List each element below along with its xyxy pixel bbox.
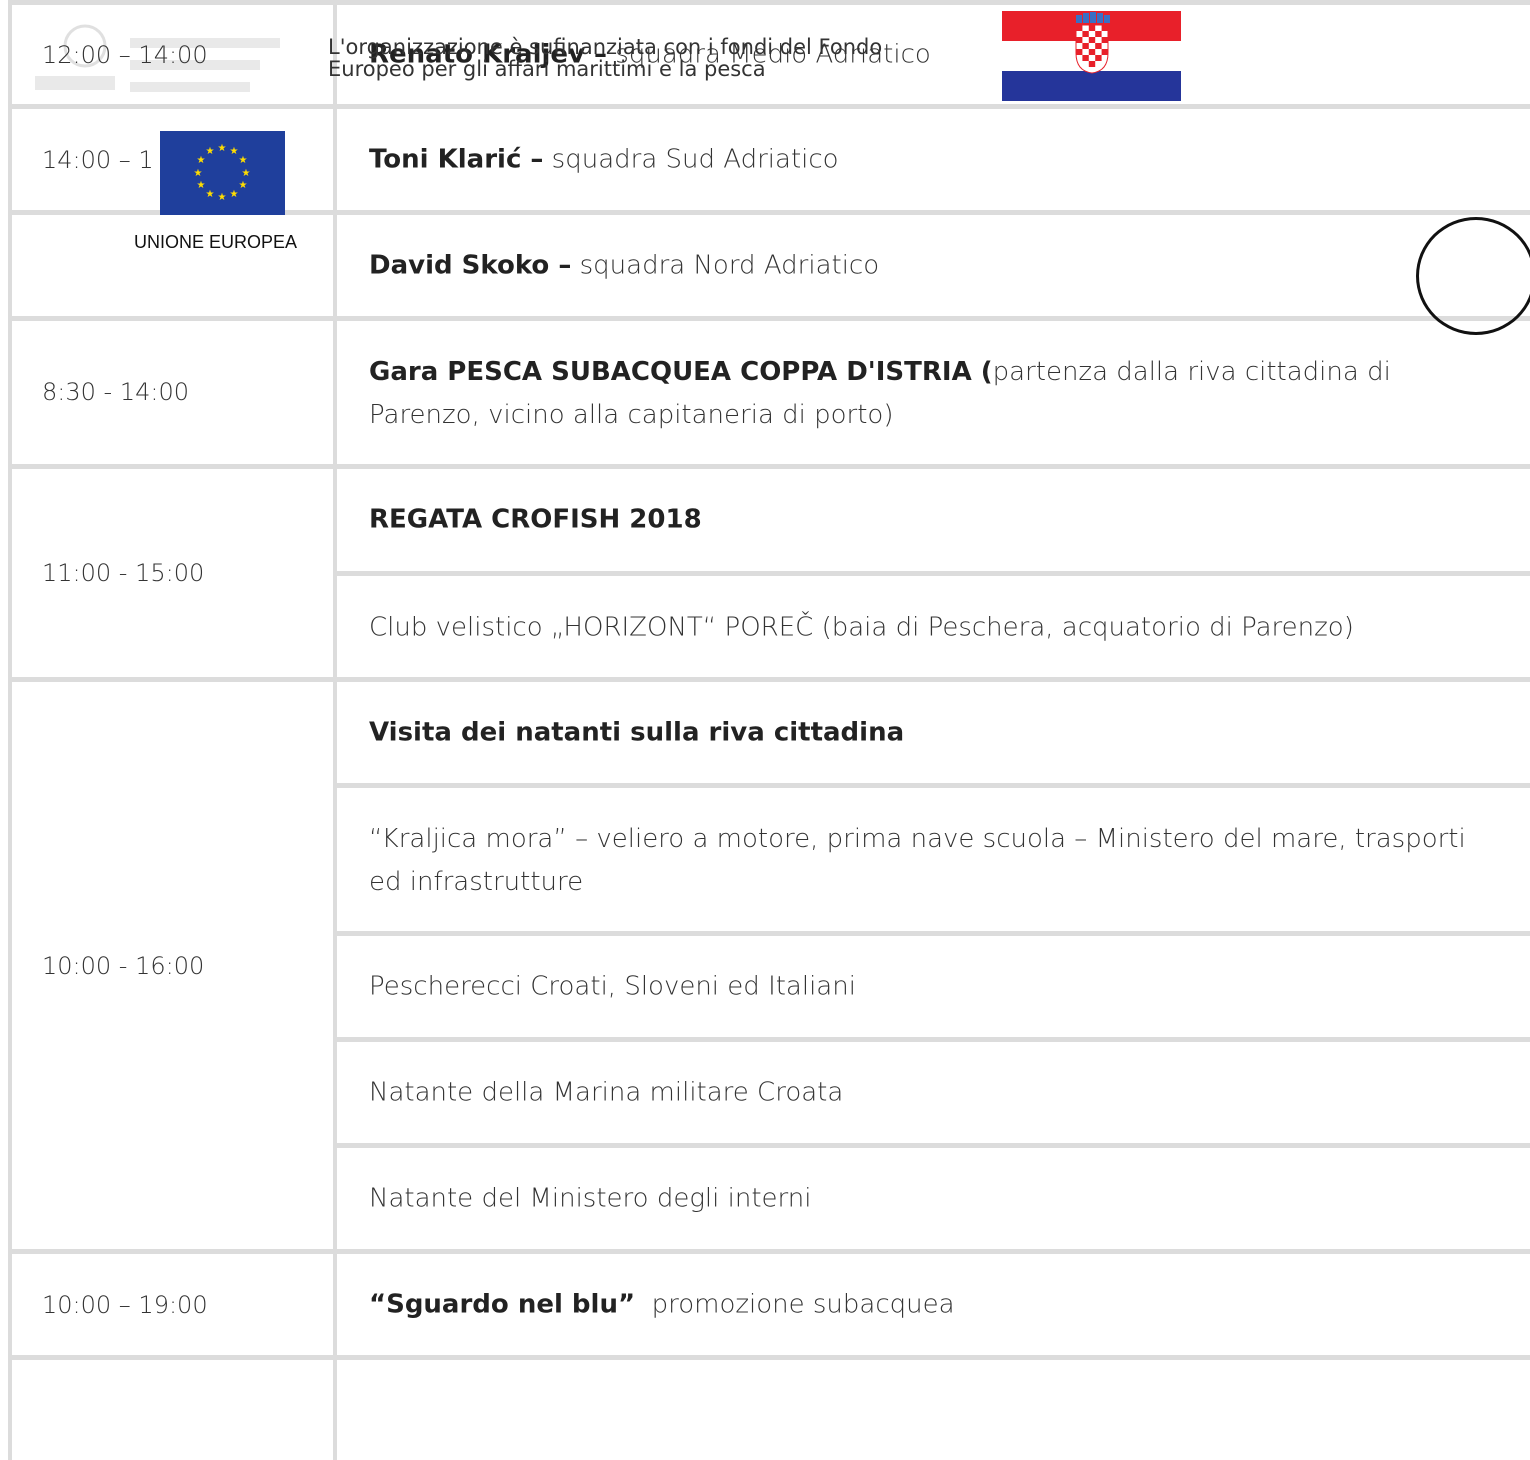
grid-line [8,1249,1530,1254]
event-title: “Sguardo nel blu” [369,1289,636,1320]
svg-text:★: ★ [197,155,206,166]
event-title: David Skoko – [369,250,572,281]
event-detail: promozione subacquea [635,1289,955,1320]
grid-line [8,316,1530,321]
event-cell: “Kraljica mora” – veliero a motore, prim… [369,818,1470,904]
event-cell: “Sguardo nel blu” promozione subacquea [369,1284,1470,1327]
svg-text:★: ★ [242,168,251,179]
time-label: 14:00 – 1 [42,146,154,174]
grid-line [336,783,1530,788]
grid-line [8,1355,1530,1360]
svg-text:★: ★ [206,146,215,157]
svg-text:★: ★ [239,155,248,166]
event-title: Toni Klarić – [369,144,544,175]
event-cell: Pescherecci Croati, Sloveni ed Italiani [369,966,1470,1009]
time-label: 10:00 – 19:00 [42,1291,208,1319]
event-detail: squadra Nord Adriatico [571,250,880,281]
circle-icon [1416,217,1530,335]
time-label: 12:00 – 14:00 [42,41,208,69]
event-cell: Gara PESCA SUBACQUEA COPPA D'ISTRIA (par… [369,351,1470,437]
grid-line [8,0,1530,5]
time-label: 11:00 - 15:00 [42,559,205,587]
event-cell: REGATA CROFISH 2018 [369,499,1470,542]
event-detail: squadra Sud Adriatico [543,144,839,175]
event-title: REGATA CROFISH 2018 [369,504,702,535]
svg-text:★: ★ [239,180,248,191]
eu-flag-icon: ★ ★★★ ★★★★ ★★★★ [160,131,285,215]
grid-line [336,571,1530,576]
event-cell: Toni Klarić – squadra Sud Adriatico [369,139,1470,182]
svg-text:★: ★ [197,180,206,191]
event-detail: Natante della Marina militare Croata [369,1077,844,1108]
event-cell: Natante del Ministero degli interni [369,1178,1470,1221]
event-cell: Natante della Marina militare Croata [369,1072,1470,1115]
svg-text:★: ★ [230,189,239,200]
funding-note: L'organizzazione è sufinanziata con i fo… [328,35,883,81]
eu-label: UNIONE EUROPEA [134,232,298,252]
event-cell: David Skoko – squadra Nord Adriatico [369,245,1470,288]
event-title: Gara PESCA SUBACQUEA COPPA D'ISTRIA ( [369,357,993,387]
event-detail: Natante del Ministero degli interni [369,1183,812,1214]
grid-line [336,1143,1530,1148]
event-detail: Pescherecci Croati, Sloveni ed Italiani [369,971,856,1002]
grid-line [333,0,337,1460]
time-label: 8:30 - 14:00 [42,378,189,406]
svg-text:★: ★ [218,192,227,203]
time-label: 10:00 - 16:00 [42,952,205,980]
grid-line [8,0,12,1460]
grid-line [8,677,1530,682]
event-cell: Visita dei natanti sulla riva cittadina [369,712,1470,755]
event-title: Visita dei natanti sulla riva cittadina [369,717,905,748]
grid-line [336,931,1530,936]
event-detail: Club velistico „HORIZONT“ POREČ (baia di… [369,612,1354,643]
svg-text:★: ★ [194,168,203,179]
svg-text:★: ★ [206,189,215,200]
croatia-flag-icon [1002,11,1181,101]
svg-text:★: ★ [230,146,239,157]
event-cell: Club velistico „HORIZONT“ POREČ (baia di… [369,607,1470,650]
grid-line [336,1037,1530,1042]
svg-text:★: ★ [218,143,227,154]
event-detail: “Kraljica mora” – veliero a motore, prim… [369,824,1466,897]
grid-line [8,464,1530,469]
